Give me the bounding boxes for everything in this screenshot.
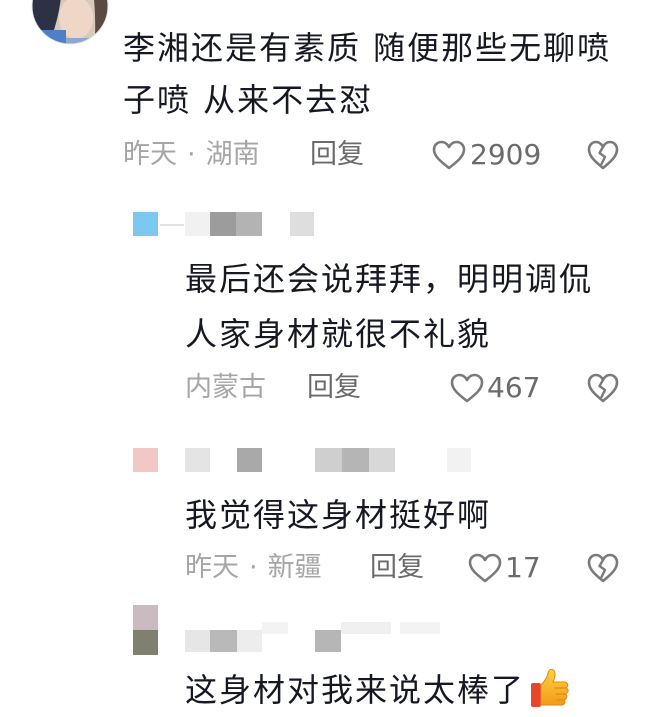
broken-heart-icon[interactable]: [587, 371, 619, 405]
like-count: 2909: [470, 138, 542, 171]
reply-text-line: 我觉得这身材挺好啊: [185, 496, 492, 534]
reply-text-line: 最后还会说拜拜，明明调侃: [185, 260, 594, 298]
heart-icon[interactable]: [450, 371, 484, 405]
reply-text-content: 这身材对我来说太棒了: [185, 671, 526, 709]
reply-button[interactable]: 回复: [310, 138, 364, 172]
reply-text: 我觉得这身材挺好啊: [185, 488, 491, 543]
username-redacted[interactable]: [400, 622, 440, 634]
comment-text-line: 李湘还是有素质 随便那些无聊喷: [123, 29, 612, 67]
username-redacted[interactable]: [315, 448, 342, 472]
username-redacted[interactable]: [262, 622, 288, 634]
comment-location: 湖南: [205, 139, 260, 170]
comment-text-line: 子喷 从来不去怼: [123, 81, 374, 119]
comment-meta-row: 昨天 · 湖南 回复 2909: [0, 138, 660, 172]
reply-text: 这身材对我来说太棒了: [185, 665, 571, 715]
reply-text-line: 这身材对我来说太棒了: [185, 665, 571, 715]
reply-text: 最后还会说拜拜，明明调侃 人家身材就很不礼貌: [185, 252, 593, 362]
username-redacted[interactable]: [237, 630, 262, 652]
reply-meta-row: 内蒙古 回复 467: [0, 371, 660, 405]
heart-icon[interactable]: [432, 138, 466, 172]
separator-dot: ·: [187, 139, 196, 170]
reply-avatar[interactable]: [133, 448, 158, 472]
username-redacted[interactable]: [341, 622, 391, 634]
username-redacted[interactable]: [236, 212, 262, 236]
like-count: 17: [505, 551, 541, 584]
reply-location: 新疆: [267, 552, 322, 583]
broken-heart-icon[interactable]: [587, 138, 619, 172]
commenter-avatar[interactable]: [30, 0, 110, 48]
reply-button[interactable]: 回复: [307, 371, 361, 405]
reply-avatar[interactable]: [133, 605, 158, 630]
comment-thread: 李湘还是有素质 随便那些无聊喷 子喷 从来不去怼 昨天 · 湖南 回复 2909 最…: [0, 0, 660, 717]
reply-time-location: 昨天 · 新疆: [185, 551, 322, 585]
reply-time: 昨天: [185, 552, 239, 583]
broken-heart-icon[interactable]: [587, 551, 619, 585]
comment-time-location: 昨天 · 湖南: [123, 138, 260, 172]
username-redacted[interactable]: [185, 448, 210, 472]
username-redacted[interactable]: [210, 212, 236, 236]
reply-avatar[interactable]: [133, 212, 158, 236]
username-redacted[interactable]: [369, 448, 395, 472]
username-redacted[interactable]: [447, 448, 471, 472]
reply-button[interactable]: 回复: [370, 551, 424, 585]
reply-location: 内蒙古: [185, 372, 266, 403]
reply-avatar[interactable]: [133, 630, 158, 655]
separator-dot: ·: [249, 552, 258, 583]
reply-text-line: 人家身材就很不礼貌: [185, 315, 492, 353]
username-redacted[interactable]: [315, 630, 341, 652]
like-count: 467: [487, 371, 541, 404]
username-redacted[interactable]: [185, 212, 210, 236]
username-redacted[interactable]: [185, 630, 210, 652]
reply-meta-row: 昨天 · 新疆 回复 17: [0, 551, 660, 585]
comment-text: 李湘还是有素质 随便那些无聊喷 子喷 从来不去怼: [123, 22, 611, 126]
comment-time: 昨天: [123, 139, 177, 170]
username-redacted[interactable]: [290, 212, 314, 236]
thumbs-up-icon: [531, 668, 569, 707]
heart-icon[interactable]: [468, 551, 502, 585]
username-redacted[interactable]: [210, 630, 237, 652]
username-redacted: [160, 224, 184, 226]
username-redacted[interactable]: [237, 448, 262, 472]
username-redacted[interactable]: [342, 448, 369, 472]
